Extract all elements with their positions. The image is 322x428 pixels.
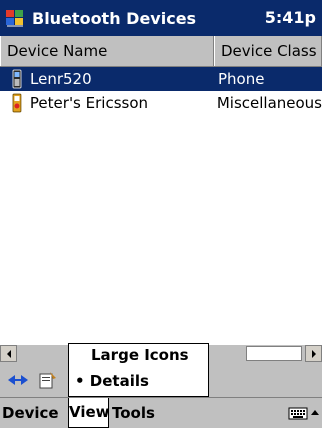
arrow-left-icon	[6, 349, 11, 358]
column-device-name[interactable]: Device Name	[0, 36, 214, 66]
menu-bar: Device View Tools	[0, 397, 322, 428]
scroll-right-button[interactable]	[305, 345, 322, 362]
keyboard-icon[interactable]	[288, 405, 308, 421]
misc-device-icon	[12, 93, 22, 113]
scroll-thumb[interactable]	[246, 346, 302, 361]
device-name: Peter's Ericsson	[29, 94, 149, 112]
device-class: Phone	[218, 70, 265, 88]
menu-item-large-icons[interactable]: Large Icons	[69, 346, 230, 368]
menu-device[interactable]: Device	[2, 404, 59, 422]
list-item[interactable]: Lenr520 Phone	[0, 67, 322, 91]
column-header: Device Name Device Class	[0, 36, 322, 67]
phone-icon	[12, 69, 22, 89]
arrow-right-icon	[311, 349, 316, 358]
menu-item-details[interactable]: • Details	[69, 372, 214, 394]
device-class: Miscellaneous	[216, 94, 322, 112]
menu-tools[interactable]: Tools	[112, 404, 155, 422]
column-device-class[interactable]: Device Class	[214, 36, 322, 66]
list-item[interactable]: Peter's Ericsson Miscellaneous	[0, 91, 322, 115]
menu-view[interactable]: View	[68, 398, 110, 428]
scroll-left-button[interactable]	[0, 345, 17, 362]
window-title: Bluetooth Devices	[32, 8, 197, 28]
view-menu-popup: Large Icons • Details	[68, 343, 209, 397]
device-name: Lenr520	[30, 70, 92, 88]
properties-icon[interactable]	[36, 370, 60, 390]
clock[interactable]: 5:41p	[265, 8, 316, 27]
start-flag-icon[interactable]	[4, 7, 26, 29]
input-panel-arrow-icon[interactable]	[310, 405, 320, 421]
device-list: Lenr520 Phone Peter's Ericsson Miscellan…	[0, 67, 322, 340]
bluetooth-connect-icon[interactable]	[6, 370, 30, 390]
title-bar: Bluetooth Devices 5:41p	[0, 0, 322, 36]
